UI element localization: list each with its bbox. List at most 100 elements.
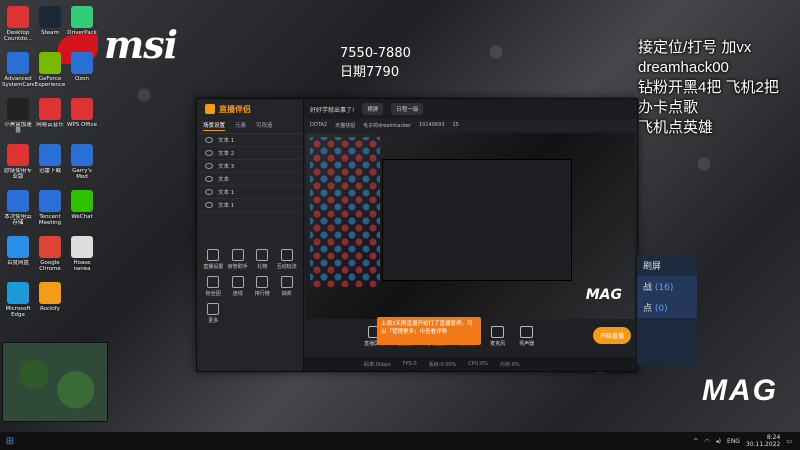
overlay-line: dreamhack00 <box>638 59 729 76</box>
fans-icon <box>207 276 220 288</box>
scene-item[interactable]: 文本 <box>197 173 303 186</box>
eye-icon[interactable] <box>205 202 213 208</box>
desktop-icon[interactable]: 百度网盘 <box>2 234 34 278</box>
app-info-bar: DOTA2 天猫快招 毛子的dreamhacker 10140693 15 <box>304 119 637 131</box>
app-icon <box>7 6 29 28</box>
desktop-icon[interactable]: DriverPack <box>66 4 98 48</box>
app-icon <box>71 144 93 166</box>
scene-list: 文本 1 文本 2 文本 3 文本 文本 1 文本 1 <box>197 134 303 212</box>
taskbar: ⊞ ^ ◠ ◂) ENG 8:24 30.11.2022 ▭ <box>0 432 800 450</box>
desktop-icon[interactable]: 网易云音乐 <box>34 96 66 140</box>
stream-preview[interactable]: MAG <box>306 133 634 319</box>
tool-connect[interactable]: 连线 <box>226 276 251 297</box>
app-icon <box>39 282 61 304</box>
overlay-line: 飞机点英雄 <box>638 119 714 136</box>
desktop-icon[interactable]: Tencent Meeting <box>34 188 66 232</box>
eye-icon[interactable] <box>205 163 213 169</box>
desktop-icon[interactable]: Desktop Countdo... <box>2 4 34 48</box>
desktop-icon[interactable]: Rockify <box>34 280 66 324</box>
desktop-icon[interactable]: 迅雷下载 <box>34 142 66 186</box>
settings-icon <box>207 249 220 261</box>
desktop-icon-label: 小黑盒加速器 <box>4 122 32 134</box>
desktop-icon[interactable]: WeChat <box>66 188 98 232</box>
desktop-icon-label: Steam <box>41 30 59 36</box>
scene-item[interactable]: 文本 1 <box>197 134 303 147</box>
desktop-icon[interactable]: Microsoft Edge <box>2 280 34 324</box>
desktop-icon[interactable]: GeForce Experience <box>34 50 66 94</box>
app-top-bar: 好好学就出事了! 横屏 日程一级 <box>304 99 637 119</box>
desktop-icon[interactable]: 欧链使用专业版 <box>2 142 34 186</box>
start-live-button[interactable]: 开始直播 <box>592 327 631 344</box>
app-icon <box>39 52 61 74</box>
eye-icon[interactable] <box>205 150 213 156</box>
source-mic[interactable]: 麦克风 <box>490 325 505 347</box>
desktop-icon[interactable]: Garry's Mod <box>66 142 98 186</box>
tab-scene-settings[interactable]: 场景设置 <box>203 121 226 131</box>
wifi-icon[interactable]: ◠ <box>704 438 709 445</box>
tool-ranking[interactable]: 排行榜 <box>250 276 275 297</box>
mag-logo: MAG <box>702 374 778 407</box>
volume-icon[interactable]: ◂) <box>716 438 721 445</box>
tool-lottery[interactable]: 抽奖 <box>275 276 300 297</box>
tab-elements[interactable]: 元素 <box>235 121 246 131</box>
app-icon <box>7 52 29 74</box>
desktop-icon-label: Hoase nanea <box>73 260 91 272</box>
tool-more[interactable]: 更多 <box>201 303 226 324</box>
clock[interactable]: 8:24 30.11.2022 <box>746 434 780 448</box>
panel-title: 刷屏 <box>643 262 662 272</box>
tool-live-settings[interactable]: 直播设置 <box>201 249 226 270</box>
tool-grid: 直播设置 房管助手 礼物 互动玩法 粉丝团 连线 排行榜 抽奖 更多 <box>201 249 299 324</box>
app-logo-icon <box>205 104 215 114</box>
game-icon <box>280 249 293 261</box>
overlay-line: 接定位/打号 加vx <box>638 39 752 56</box>
desktop-icon[interactable]: Hoase nanea <box>66 234 98 278</box>
desktop-icon[interactable]: WPS Office <box>66 96 98 140</box>
gift-icon <box>256 249 269 261</box>
notice-banner[interactable]: 上周3天刚直播开始打了直播暂停，可以「管理更多」中查看详情 <box>377 317 481 345</box>
desktop-icon[interactable]: Steam <box>34 4 66 48</box>
stream-overlay-text: 接定位/打号 加vx dreamhack00 钻粉开黑4把 飞机2把 办卡点歌 … <box>638 38 798 138</box>
desktop-icon[interactable]: Google Chrome <box>34 234 66 278</box>
stream-title[interactable]: 好好学就出事了! <box>310 105 354 114</box>
speaker-icon <box>520 325 534 338</box>
tool-fan-club[interactable]: 粉丝团 <box>201 276 226 297</box>
panel-row[interactable]: 点 (0) <box>637 297 697 318</box>
language-indicator[interactable]: ENG <box>727 438 740 445</box>
scene-item[interactable]: 文本 2 <box>197 147 303 160</box>
notification-icon[interactable]: ▭ <box>786 438 792 445</box>
desktop-icon-label: Desktop Countdo... <box>3 30 33 42</box>
tool-gift[interactable]: 礼物 <box>250 249 275 270</box>
scene-item[interactable]: 文本 1 <box>197 199 303 212</box>
overlay-line: 钻粉开黑4把 飞机2把 <box>638 79 779 96</box>
desktop-icon[interactable]: Advanced SystemCare <box>2 50 34 94</box>
windows-start-icon[interactable]: ⊞ <box>0 432 20 450</box>
category-pill[interactable]: 日程一级 <box>391 103 424 115</box>
overlay-line: 办卡点歌 <box>638 99 699 116</box>
tool-interactive[interactable]: 互动玩法 <box>275 249 300 270</box>
streaming-app-window[interactable]: 直播伴侣 场景设置 元素 可改造 文本 1 文本 2 文本 3 文本 文本 1 … <box>196 98 638 372</box>
eye-icon[interactable] <box>205 137 213 143</box>
game-name[interactable]: DOTA2 <box>310 122 327 128</box>
desktop-icon[interactable]: 本次使用云存储 <box>2 188 34 232</box>
desktop-icon-label: Rockify <box>40 306 60 312</box>
scene-item[interactable]: 文本 3 <box>197 160 303 173</box>
system-tray: ^ ◠ ◂) ENG 8:24 30.11.2022 ▭ <box>693 434 800 448</box>
sub-tag: 天猫快招 <box>335 122 356 129</box>
eye-icon[interactable] <box>205 176 213 182</box>
app-icon <box>39 144 61 166</box>
tab-modifiable[interactable]: 可改造 <box>256 121 273 131</box>
sidebar-tabs: 场景设置 元素 可改造 <box>197 119 303 134</box>
panel-row[interactable]: 战 (16) <box>637 276 697 297</box>
scene-item[interactable]: 文本 1 <box>197 186 303 199</box>
tool-room-assistant[interactable]: 房管助手 <box>226 249 251 270</box>
microphone-icon <box>491 325 505 338</box>
desktop-icon-label: 欧链使用专业版 <box>4 168 32 180</box>
app-icon <box>39 6 61 28</box>
source-speaker[interactable]: 扬声器 <box>519 325 534 347</box>
eye-icon[interactable] <box>205 189 213 195</box>
app-icon <box>71 52 93 74</box>
orientation-pill[interactable]: 横屏 <box>362 103 384 115</box>
desktop-icon[interactable]: Ozon <box>66 50 98 94</box>
tray-up-arrow-icon[interactable]: ^ <box>693 438 698 445</box>
desktop-icon[interactable]: 小黑盒加速器 <box>2 96 34 140</box>
